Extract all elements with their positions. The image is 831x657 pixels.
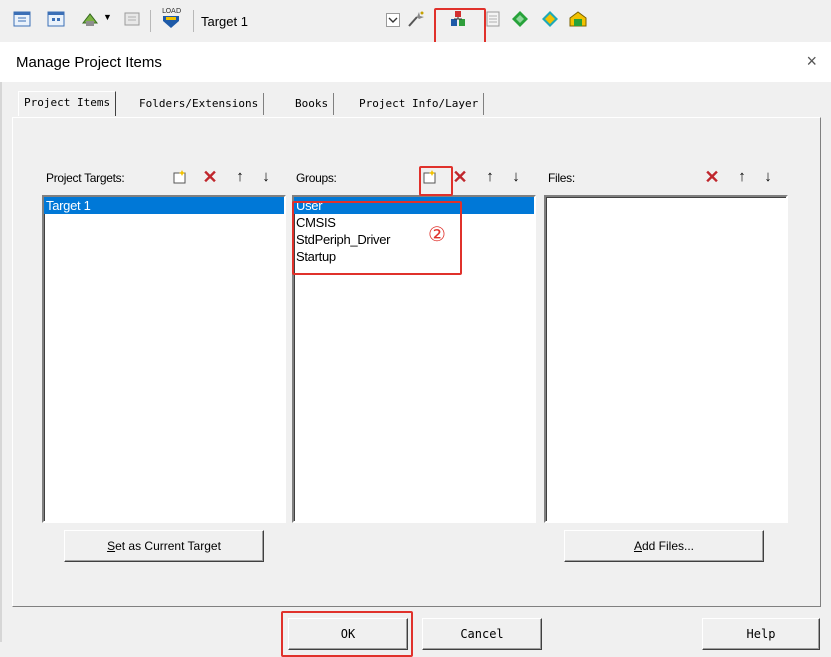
combo-arrow-icon[interactable] <box>386 13 400 27</box>
translate-icon[interactable] <box>122 9 142 29</box>
groups-label: Groups: <box>296 171 337 185</box>
set-current-target-button[interactable]: Set as Current Target <box>64 530 264 562</box>
targets-list[interactable]: Target 1 <box>42 195 286 523</box>
highlight-box-new-group <box>419 166 453 196</box>
delete-file-icon[interactable]: ✕ <box>702 167 722 187</box>
tab-project-info-layer[interactable]: Project Info/Layer <box>354 93 485 115</box>
file-extensions-icon[interactable] <box>484 9 504 29</box>
move-file-down-icon[interactable]: ↓ <box>758 167 778 187</box>
move-target-down-icon[interactable]: ↓ <box>256 167 276 187</box>
highlight-box-ok <box>281 611 413 657</box>
annotation-marker-2: ② <box>428 222 446 246</box>
tab-books[interactable]: Books <box>290 93 335 115</box>
target-options-icon[interactable] <box>406 9 426 29</box>
build-icon[interactable] <box>80 9 100 29</box>
rebuild-icon[interactable] <box>46 9 66 29</box>
move-group-up-icon[interactable]: ↑ <box>480 167 500 187</box>
targets-header: Project Targets: ✕ ↑ ↓ <box>42 166 286 190</box>
batch-build-icon[interactable] <box>12 9 32 29</box>
manage-project-items-dialog: Manage Project Items × Project Items Fol… <box>0 42 831 657</box>
targets-label: Project Targets: <box>46 171 125 185</box>
files-list[interactable] <box>544 195 788 523</box>
dialog-titlebar: Manage Project Items × <box>0 42 831 82</box>
target-select[interactable]: Target 1 <box>201 14 248 29</box>
groups-header: Groups: ✕ ↑ ↓ <box>292 166 536 190</box>
load-icon[interactable]: LOAD <box>158 5 184 31</box>
list-item[interactable]: Target 1 <box>44 197 284 214</box>
cancel-button[interactable]: Cancel <box>422 618 542 650</box>
dialog-title: Manage Project Items <box>16 54 162 71</box>
tab-folders-extensions[interactable]: Folders/Extensions <box>134 93 265 115</box>
delete-group-icon[interactable]: ✕ <box>450 167 470 187</box>
files-label: Files: <box>548 171 575 185</box>
files-header: Files: ✕ ↑ ↓ <box>544 166 788 190</box>
new-target-icon[interactable] <box>172 169 188 185</box>
help-button[interactable]: Help <box>702 618 820 650</box>
add-files-button[interactable]: Add Files... <box>564 530 764 562</box>
load-label: LOAD <box>162 7 181 15</box>
tab-project-items[interactable]: Project Items <box>18 91 117 116</box>
delete-target-icon[interactable]: ✕ <box>200 167 220 187</box>
manage-rte-icon[interactable] <box>540 9 560 29</box>
move-target-up-icon[interactable]: ↑ <box>230 167 250 187</box>
move-file-up-icon[interactable]: ↑ <box>732 167 752 187</box>
close-icon[interactable]: × <box>806 51 817 72</box>
ide-toolbar: ▼ LOAD Target 1 <box>0 0 831 42</box>
dropdown-arrow-icon[interactable]: ▼ <box>103 12 123 32</box>
move-group-down-icon[interactable]: ↓ <box>506 167 526 187</box>
pack-installer-icon[interactable] <box>568 9 588 29</box>
green-diamond-icon[interactable] <box>510 9 530 29</box>
